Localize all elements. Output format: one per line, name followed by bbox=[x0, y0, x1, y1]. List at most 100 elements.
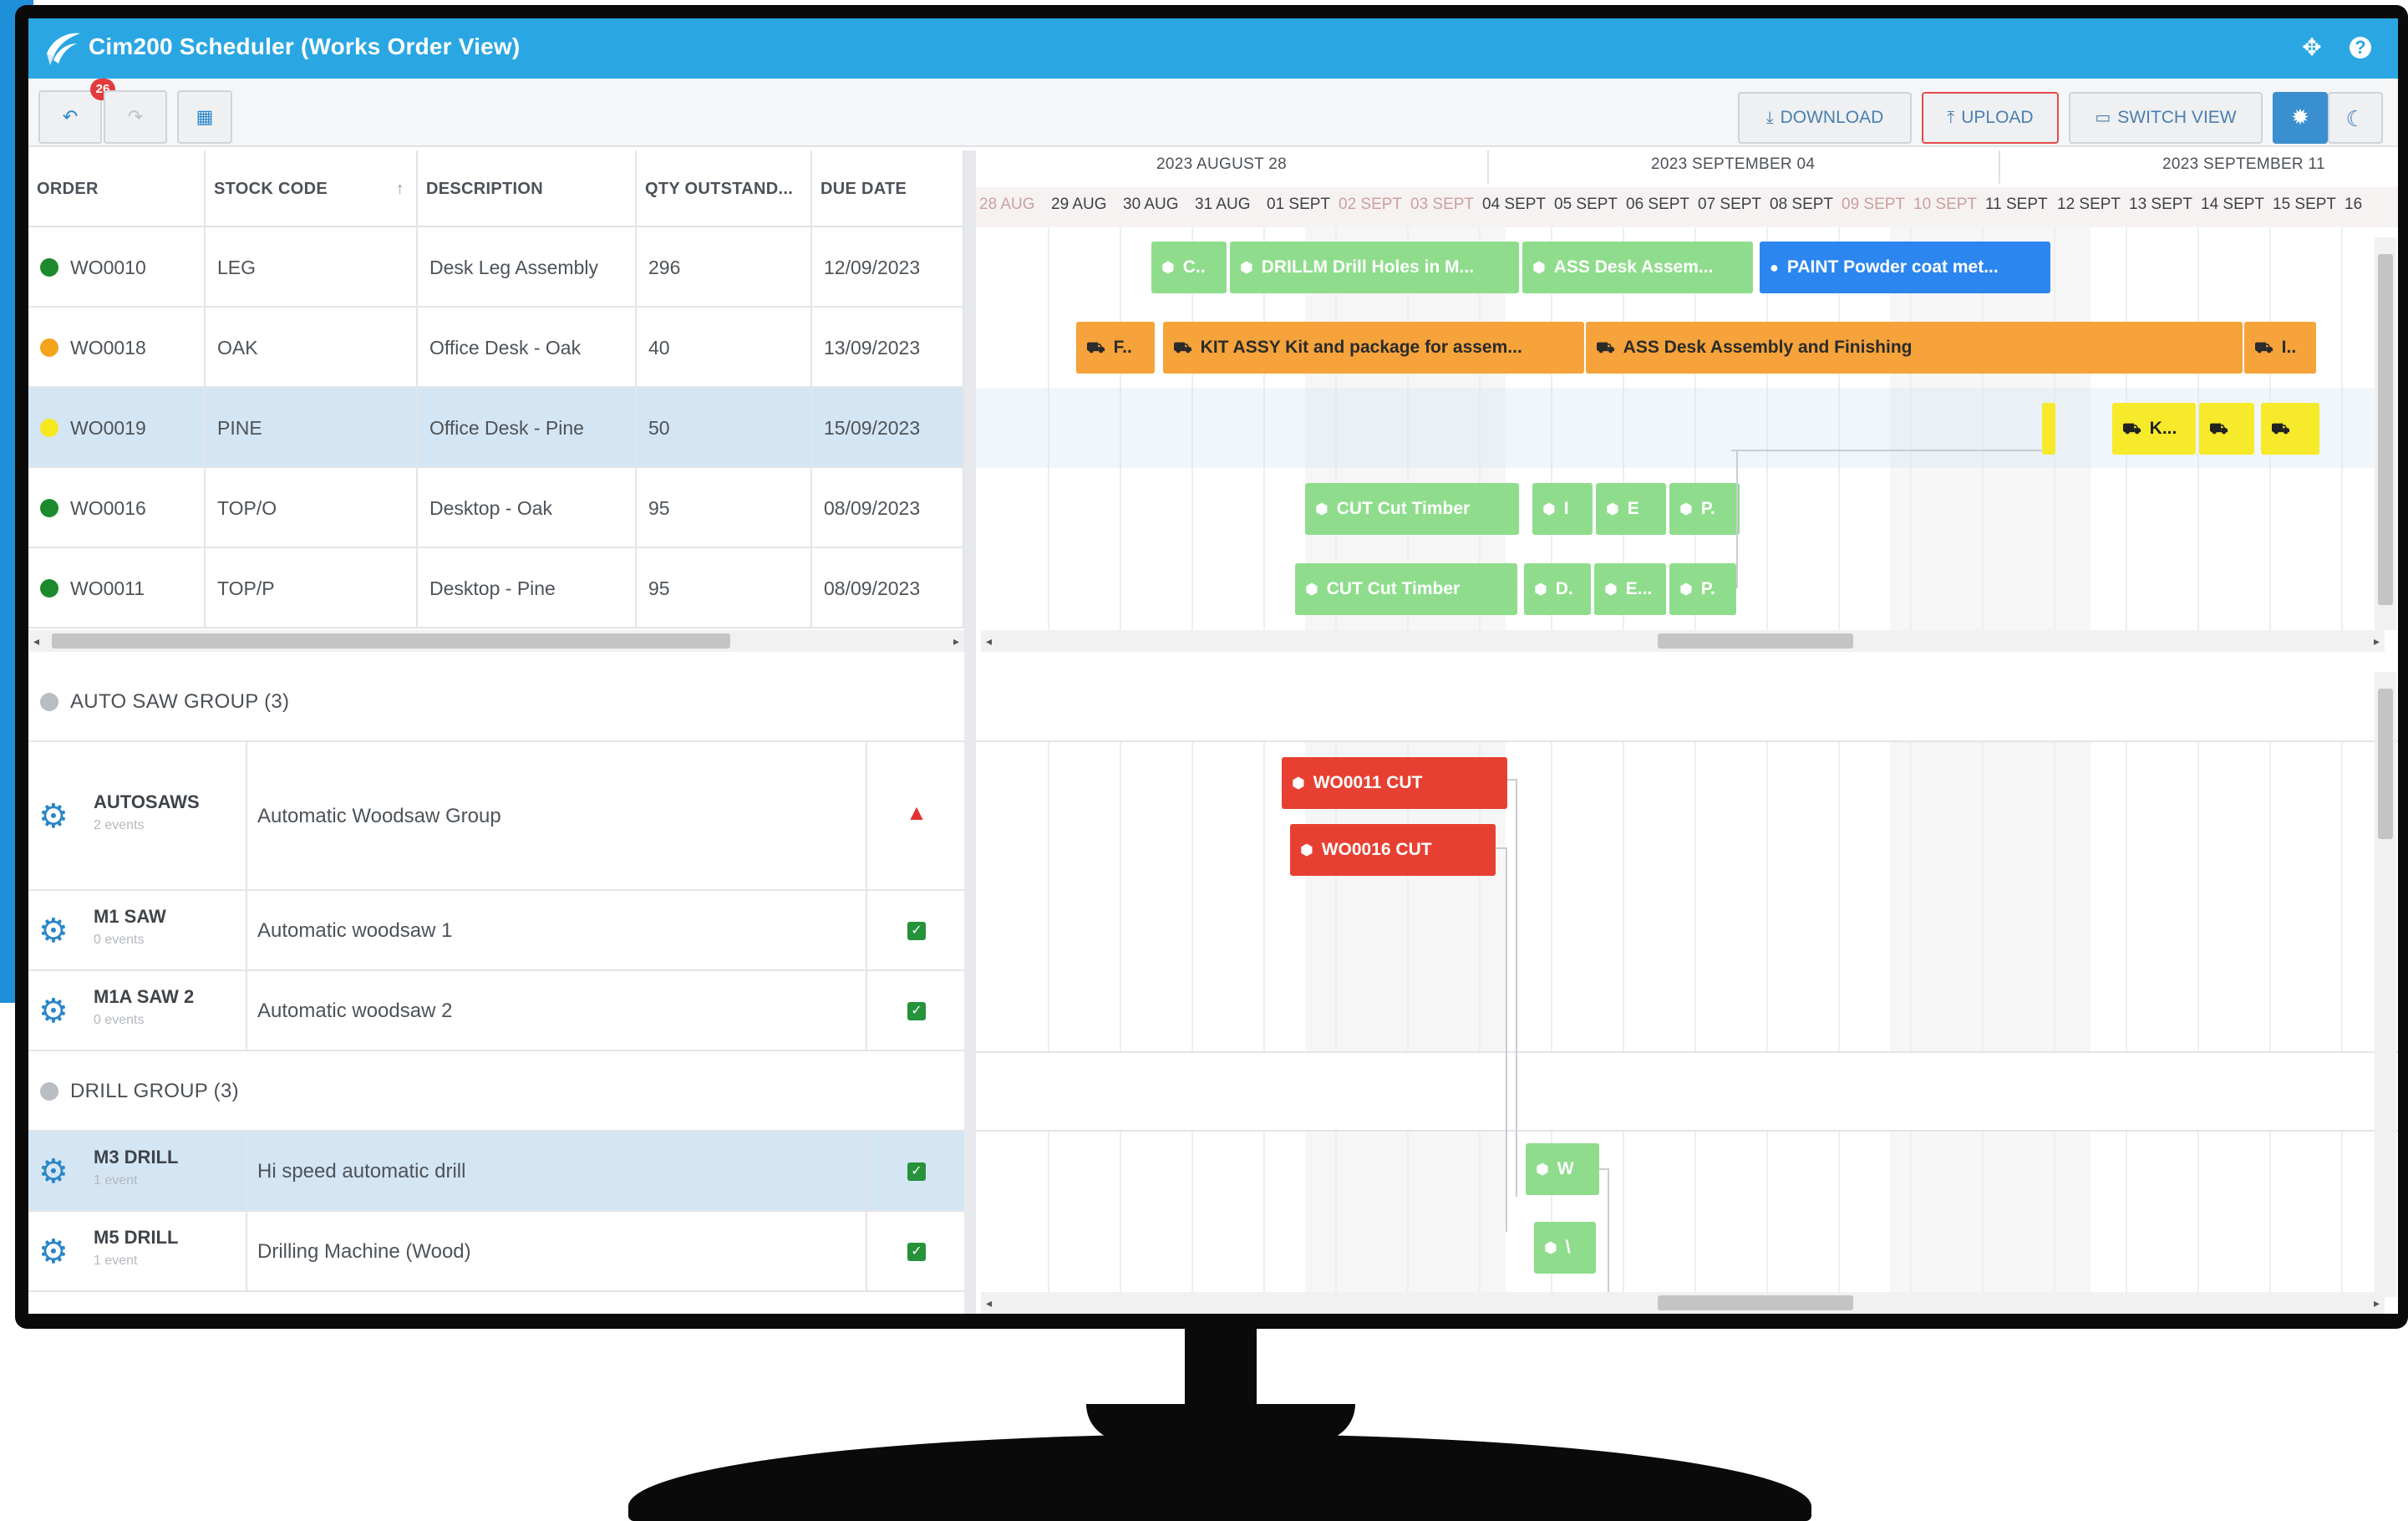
cell-desc: Desktop - Oak bbox=[418, 468, 637, 548]
resource-row[interactable]: ⚙ M3 DRILL 1 event Hi speed automatic drill… bbox=[28, 1132, 964, 1212]
gantt-bar[interactable]: ⛟ bbox=[2261, 403, 2319, 455]
cell-desc: Office Desk - Oak bbox=[418, 308, 637, 388]
resource-name: M1 SAW bbox=[94, 906, 166, 927]
day-label: 29 AUG bbox=[1051, 196, 1107, 213]
cell-due: 13/09/2023 bbox=[812, 308, 964, 388]
resources-scroll-thumb[interactable] bbox=[1658, 1295, 1853, 1310]
gantt-bar[interactable]: ⬢ C.. bbox=[1151, 242, 1227, 293]
gantt-bar[interactable]: ⬢ I bbox=[1532, 483, 1593, 535]
col-qty-outstanding[interactable]: QTY OUTSTAND... bbox=[637, 150, 812, 227]
col-description[interactable]: DESCRIPTION bbox=[418, 150, 637, 227]
resource-row[interactable]: ⚙ AUTOSAWS 2 events Automatic Woodsaw Group… bbox=[28, 742, 964, 891]
gantt-bar[interactable]: ⬢ P. bbox=[1669, 563, 1736, 615]
col-due-date[interactable]: DUE DATE bbox=[812, 150, 964, 227]
resource-row[interactable]: ⚙ M5 DRILL 1 event Drilling Machine (Wood) ✓ bbox=[28, 1212, 964, 1292]
gantt-bar[interactable]: ● PAINT Powder coat met... bbox=[1760, 242, 2050, 293]
gantt-bar[interactable]: ⛟ bbox=[2199, 403, 2254, 455]
light-mode-toggle[interactable]: ✹ bbox=[2273, 92, 2328, 144]
resource-row[interactable]: ⚙ M1A SAW 2 0 events Automatic woodsaw 2 ✓ bbox=[28, 971, 964, 1051]
gantt-bar[interactable]: ⛟ F.. bbox=[1076, 322, 1155, 374]
resource-description: Hi speed automatic drill bbox=[257, 1160, 466, 1183]
dark-mode-toggle[interactable]: ☾ bbox=[2328, 92, 2383, 144]
table-row[interactable]: WO0010 LEG Desk Leg Assembly 296 12/09/2023 bbox=[28, 227, 964, 308]
gantt-bar[interactable]: ⬢ E... bbox=[1594, 563, 1666, 615]
table-row[interactable]: WO0018 OAK Office Desk - Oak 40 13/09/2023 bbox=[28, 308, 964, 388]
resource-event-count: 0 events bbox=[94, 1013, 145, 1027]
upload-button[interactable]: ⤒ UPLOAD bbox=[1922, 92, 2059, 144]
cube-icon: ⬢ bbox=[1679, 501, 1693, 517]
table-row[interactable]: WO0016 TOP/O Desktop - Oak 95 08/09/2023 bbox=[28, 468, 964, 548]
gantt-bar[interactable]: ⛟ K... bbox=[2112, 403, 2196, 455]
day-label: 12 SEPT bbox=[2057, 196, 2121, 213]
resource-group-auto-saw[interactable]: AUTO SAW GROUP (3) bbox=[28, 662, 964, 742]
table-row[interactable]: WO0011 TOP/P Desktop - Pine 95 08/09/2023 bbox=[28, 548, 964, 628]
gantt-bar[interactable]: ⛟ I.. bbox=[2244, 322, 2316, 374]
gantt-bar[interactable] bbox=[2042, 403, 2055, 455]
move-icon[interactable]: ✥ bbox=[2298, 33, 2326, 62]
col-stock-code[interactable]: STOCK CODE ↑ bbox=[206, 150, 418, 227]
resource-event[interactable]: ⬢ WO0011 CUT bbox=[1282, 757, 1507, 809]
resource-row[interactable]: ⚙ M1 SAW 0 events Automatic woodsaw 1 ✓ bbox=[28, 891, 964, 971]
app-title: Cim200 Scheduler (Works Order View) bbox=[89, 33, 521, 59]
undo-button[interactable]: ↶ bbox=[38, 90, 102, 144]
resource-event[interactable]: ⬢ \ bbox=[1534, 1222, 1596, 1274]
gantt-bar[interactable]: ⬢ CUT Cut Timber bbox=[1295, 563, 1517, 615]
switch-view-button[interactable]: ▭ SWITCH VIEW bbox=[2069, 92, 2263, 144]
timeline-scroll-thumb[interactable] bbox=[1658, 633, 1853, 649]
app-screen: Cim200 Scheduler (Works Order View) ✥ ? … bbox=[28, 18, 2398, 1314]
gantt-bar[interactable]: ⬢ ASS Desk Assem... bbox=[1522, 242, 1753, 293]
help-icon[interactable]: ? bbox=[2350, 37, 2371, 58]
cell-order: WO0016 bbox=[28, 468, 206, 548]
collapse-icon[interactable] bbox=[40, 1082, 58, 1101]
day-label: 11 SEPT bbox=[1985, 196, 2048, 213]
grid-horizontal-scrollbar[interactable]: ◂ ▸ bbox=[28, 630, 964, 652]
truck-icon: ⛟ bbox=[2122, 420, 2141, 437]
day-label: 08 SEPT bbox=[1770, 196, 1834, 213]
resources-vscroll-thumb[interactable] bbox=[2378, 689, 2393, 839]
calendar-button[interactable]: ▦ bbox=[177, 90, 232, 144]
resources-vertical-scrollbar[interactable] bbox=[2375, 672, 2396, 1297]
resource-event-count: 2 events bbox=[94, 818, 145, 832]
panel-splitter[interactable] bbox=[964, 150, 976, 1314]
resource-description: Automatic woodsaw 2 bbox=[257, 1000, 453, 1022]
warning-icon: ▲ bbox=[906, 800, 927, 825]
check-icon: ✓ bbox=[907, 1162, 926, 1181]
resource-name: M1A SAW 2 bbox=[94, 986, 195, 1007]
resource-event[interactable]: ⬢ WO0016 CUT bbox=[1290, 824, 1496, 876]
grid-scroll-thumb[interactable] bbox=[52, 633, 730, 649]
gantt-bar[interactable]: ⬢ CUT Cut Timber bbox=[1305, 483, 1519, 535]
gantt-bar[interactable]: ⬢ DRILLM Drill Holes in M... bbox=[1230, 242, 1519, 293]
day-label: 03 SEPT bbox=[1410, 196, 1475, 213]
timeline-horizontal-scrollbar[interactable]: ◂ ▸ bbox=[981, 630, 2385, 652]
timeline-days: 28 AUG 29 AUG 30 AUG 31 AUG 01 SEPT 02 SEPT 03… bbox=[976, 187, 2398, 227]
download-button[interactable]: ⤓ DOWNLOAD bbox=[1738, 92, 1912, 144]
day-label: 28 AUG bbox=[979, 196, 1035, 213]
resources-horizontal-scrollbar[interactable]: ◂ ▸ bbox=[981, 1292, 2385, 1314]
collapse-icon[interactable] bbox=[40, 693, 58, 711]
gantt-bar[interactable]: ⛟ KIT ASSY Kit and package for assem... bbox=[1163, 322, 1584, 374]
gantt-bar[interactable]: ⬢ P. bbox=[1669, 483, 1740, 535]
cell-order: WO0011 bbox=[28, 548, 206, 628]
table-row[interactable]: WO0019 PINE Office Desk - Pine 50 15/09/2023 bbox=[28, 388, 964, 468]
resource-description: Automatic Woodsaw Group bbox=[257, 805, 501, 827]
resource-event[interactable]: ⬢ W bbox=[1526, 1143, 1599, 1195]
day-label: 05 SEPT bbox=[1554, 196, 1618, 213]
robot-arm-icon: ⚙ bbox=[38, 993, 69, 1030]
redo-button[interactable]: ↷ bbox=[104, 90, 167, 144]
cell-stock: TOP/O bbox=[206, 468, 418, 548]
robot-arm-icon: ⚙ bbox=[38, 1234, 69, 1270]
gantt-bar[interactable]: ⛟ ASS Desk Assembly and Finishing bbox=[1586, 322, 2243, 374]
cell-qty: 40 bbox=[637, 308, 812, 388]
day-label: 01 SEPT bbox=[1267, 196, 1331, 213]
timeline-vscroll-thumb[interactable] bbox=[2378, 254, 2393, 605]
day-label: 14 SEPT bbox=[2201, 196, 2265, 213]
cube-icon: ⬢ bbox=[1604, 581, 1618, 598]
gantt-bar[interactable]: ⬢ E bbox=[1596, 483, 1666, 535]
cell-qty: 50 bbox=[637, 388, 812, 468]
day-label: 02 SEPT bbox=[1339, 196, 1403, 213]
col-order[interactable]: ORDER bbox=[28, 150, 206, 227]
timeline-vertical-scrollbar[interactable] bbox=[2375, 237, 2396, 630]
cell-desc: Office Desk - Pine bbox=[418, 388, 637, 468]
resource-group-drill[interactable]: DRILL GROUP (3) bbox=[28, 1051, 964, 1132]
gantt-bar[interactable]: ⬢ D. bbox=[1524, 563, 1591, 615]
